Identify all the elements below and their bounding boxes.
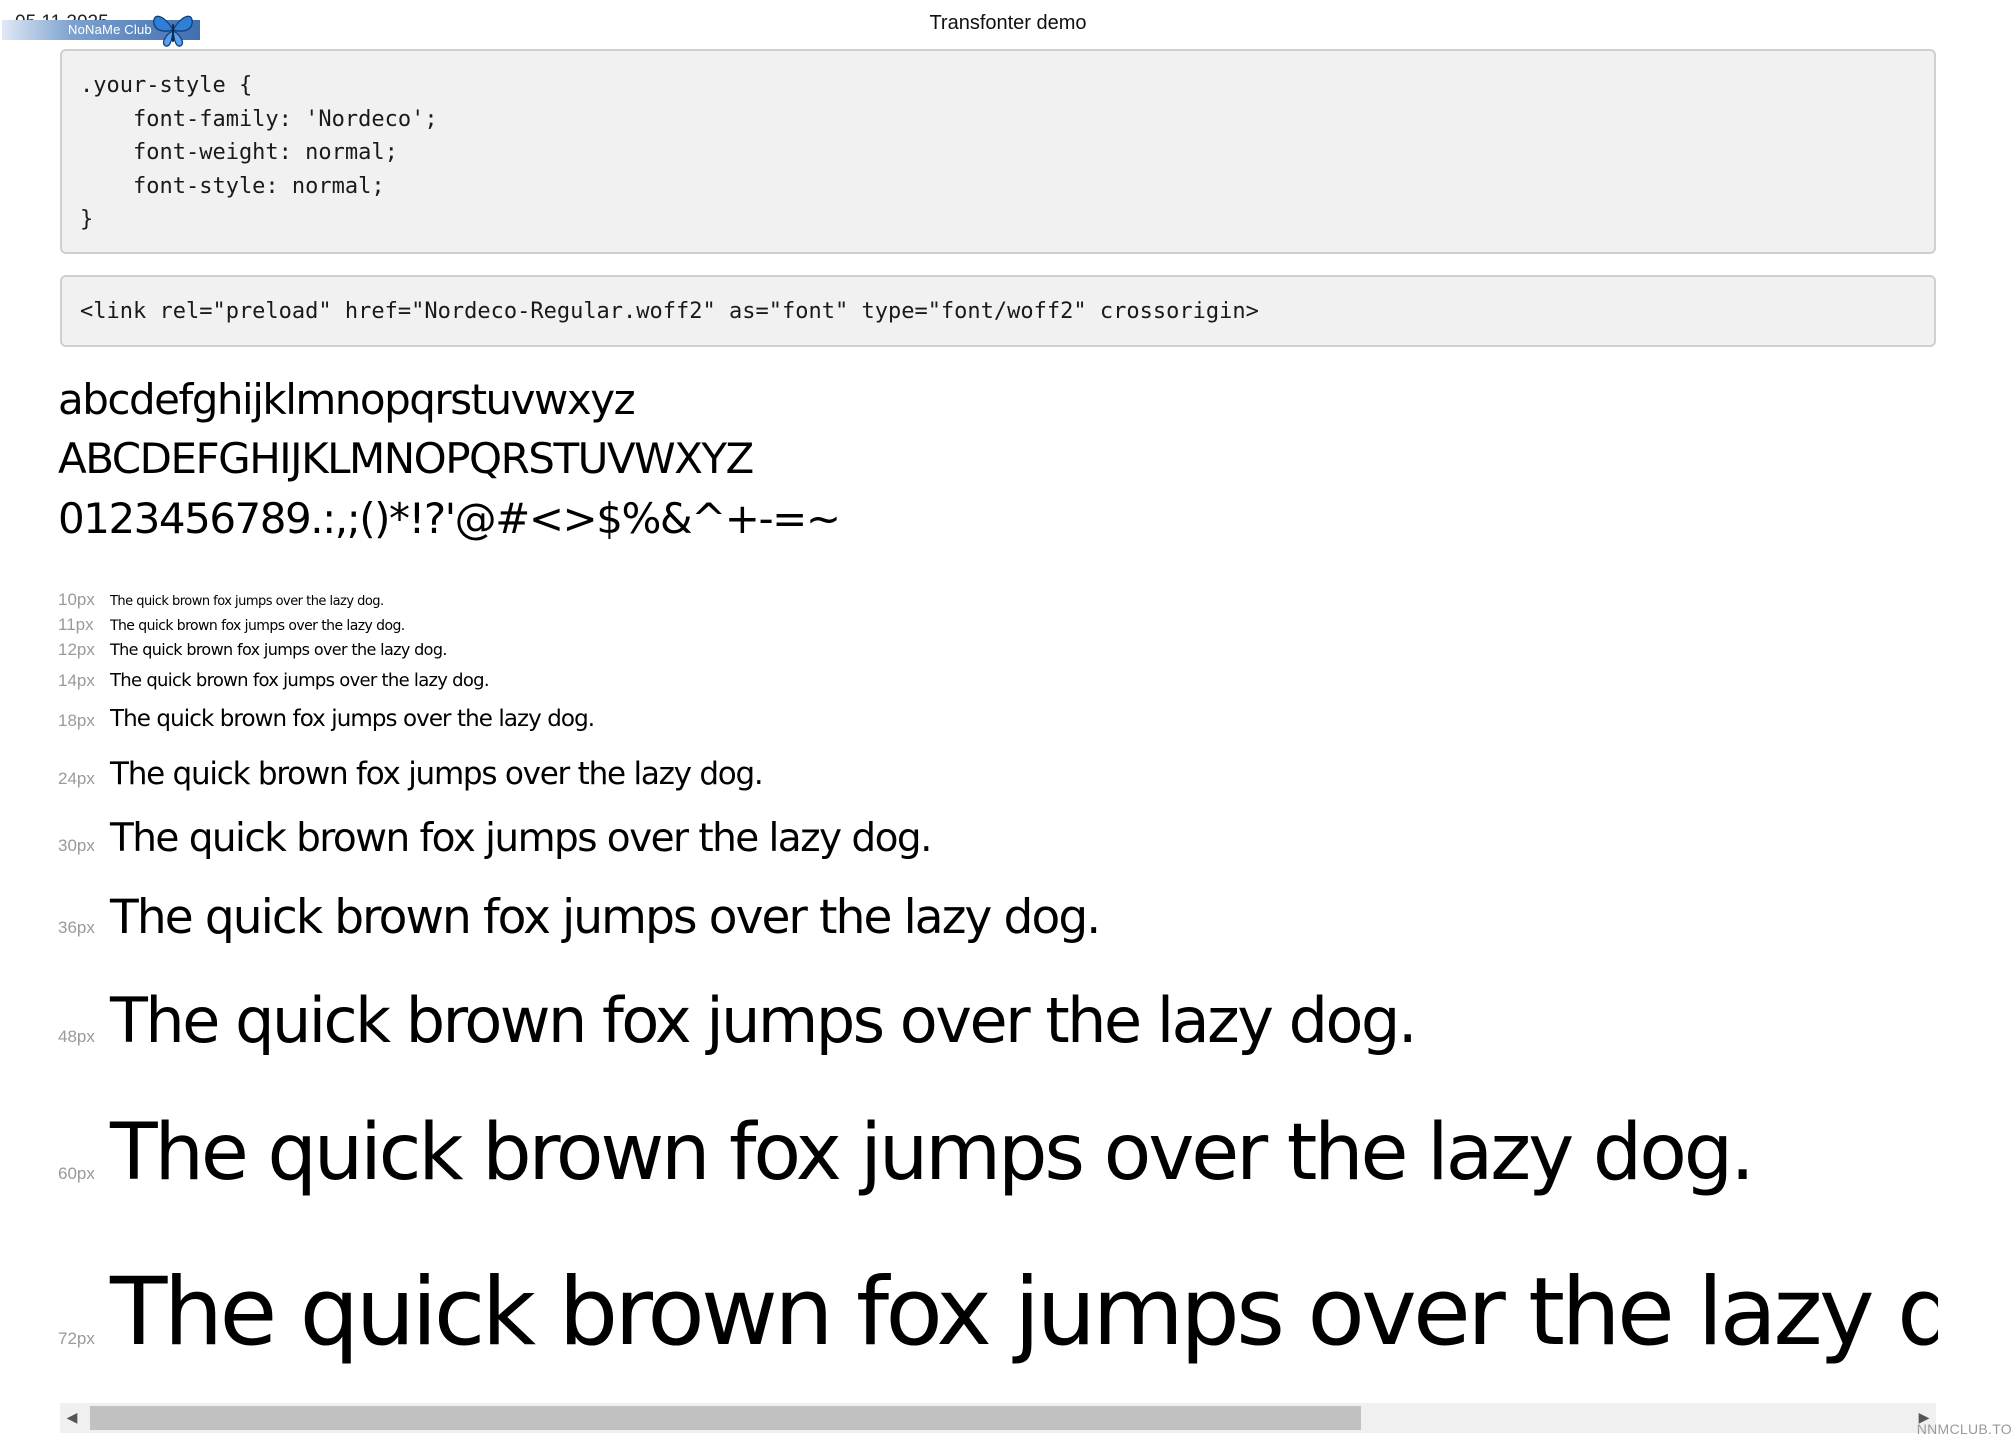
sample-text: The quick brown fox jumps over the lazy …	[110, 670, 490, 691]
size-label: 10px	[58, 590, 95, 609]
footer-watermark: NNMCLUB.TO	[1916, 1421, 2012, 1437]
sample-row-14px: 14px The quick brown fox jumps over the l…	[58, 670, 1938, 691]
sample-text: The quick brown fox jumps over the lazy …	[110, 756, 764, 792]
page: 05.11.2025 NoNaMe Club Transfonter demo …	[0, 0, 2016, 1445]
css-code-block[interactable]: .your-style { font-family: 'Nordeco'; fo…	[60, 49, 1936, 254]
sample-row-48px: 48px The quick brown fox jumps over the l…	[58, 984, 1938, 1057]
size-label: 30px	[58, 836, 95, 855]
sample-row-36px: 36px The quick brown fox jumps over the l…	[58, 890, 1938, 945]
sample-row-24px: 24px The quick brown fox jumps over the l…	[58, 756, 1938, 792]
sample-text: The quick brown fox jumps over the lazy …	[110, 1108, 1755, 1198]
sample-row-18px: 18px The quick brown fox jumps over the l…	[58, 706, 1938, 732]
size-label: 18px	[58, 711, 95, 730]
sample-row-60px: 60px The quick brown fox jumps over the l…	[58, 1108, 1938, 1198]
sample-text: The quick brown fox jumps over the lazy …	[110, 890, 1101, 945]
sample-row-12px: 12px The quick brown fox jumps over the l…	[58, 640, 1938, 660]
glyphs-uppercase: ABCDEFGHIJKLMNOPQRSTUVWXYZ	[58, 434, 754, 483]
size-label: 11px	[58, 615, 94, 634]
glyphs-lowercase: abcdefghijklmnopqrstuvwxyz	[58, 375, 636, 424]
sample-text: The quick brown fox jumps over the lazy …	[110, 640, 447, 659]
sample-row-72px: 72px The quick brown fox jumps over the l…	[58, 1258, 1938, 1367]
size-label: 12px	[58, 640, 95, 659]
sample-text: The quick brown fox jumps over the lazy …	[110, 706, 595, 732]
size-label: 24px	[58, 769, 95, 788]
watermark-badge-text: NoNaMe Club	[68, 22, 152, 37]
sample-text: The quick brown fox jumps over the lazy …	[110, 984, 1418, 1057]
sample-text: The quick brown fox jumps over the lazy …	[110, 594, 384, 609]
sample-row-10px: 10px The quick brown fox jumps over the l…	[58, 590, 1938, 610]
scroll-left-arrow-icon[interactable]: ◀	[60, 1403, 84, 1433]
size-label: 36px	[58, 918, 95, 937]
sample-row-11px: 11px The quick brown fox jumps over the l…	[58, 615, 1938, 635]
size-label: 60px	[58, 1164, 95, 1183]
sample-text: The quick brown fox jumps over the lazy …	[110, 1258, 1938, 1367]
preload-link-code-block[interactable]: <link rel="preload" href="Nordeco-Regula…	[60, 275, 1936, 347]
sample-text: The quick brown fox jumps over the lazy …	[110, 618, 405, 634]
butterfly-icon	[153, 15, 193, 47]
size-label: 48px	[58, 1027, 95, 1046]
size-label: 14px	[58, 671, 95, 690]
scrollbar-thumb[interactable]	[90, 1406, 1361, 1430]
page-title: Transfonter demo	[929, 12, 1087, 34]
sample-row-30px: 30px The quick brown fox jumps over the l…	[58, 816, 1938, 861]
size-label: 72px	[58, 1329, 95, 1348]
horizontal-scrollbar[interactable]: ◀ ▶	[60, 1403, 1936, 1433]
sample-text: The quick brown fox jumps over the lazy …	[110, 816, 932, 861]
glyphs-symbols: 0123456789.:,;()*!?'@#<>$%&^+-=~	[58, 494, 841, 543]
